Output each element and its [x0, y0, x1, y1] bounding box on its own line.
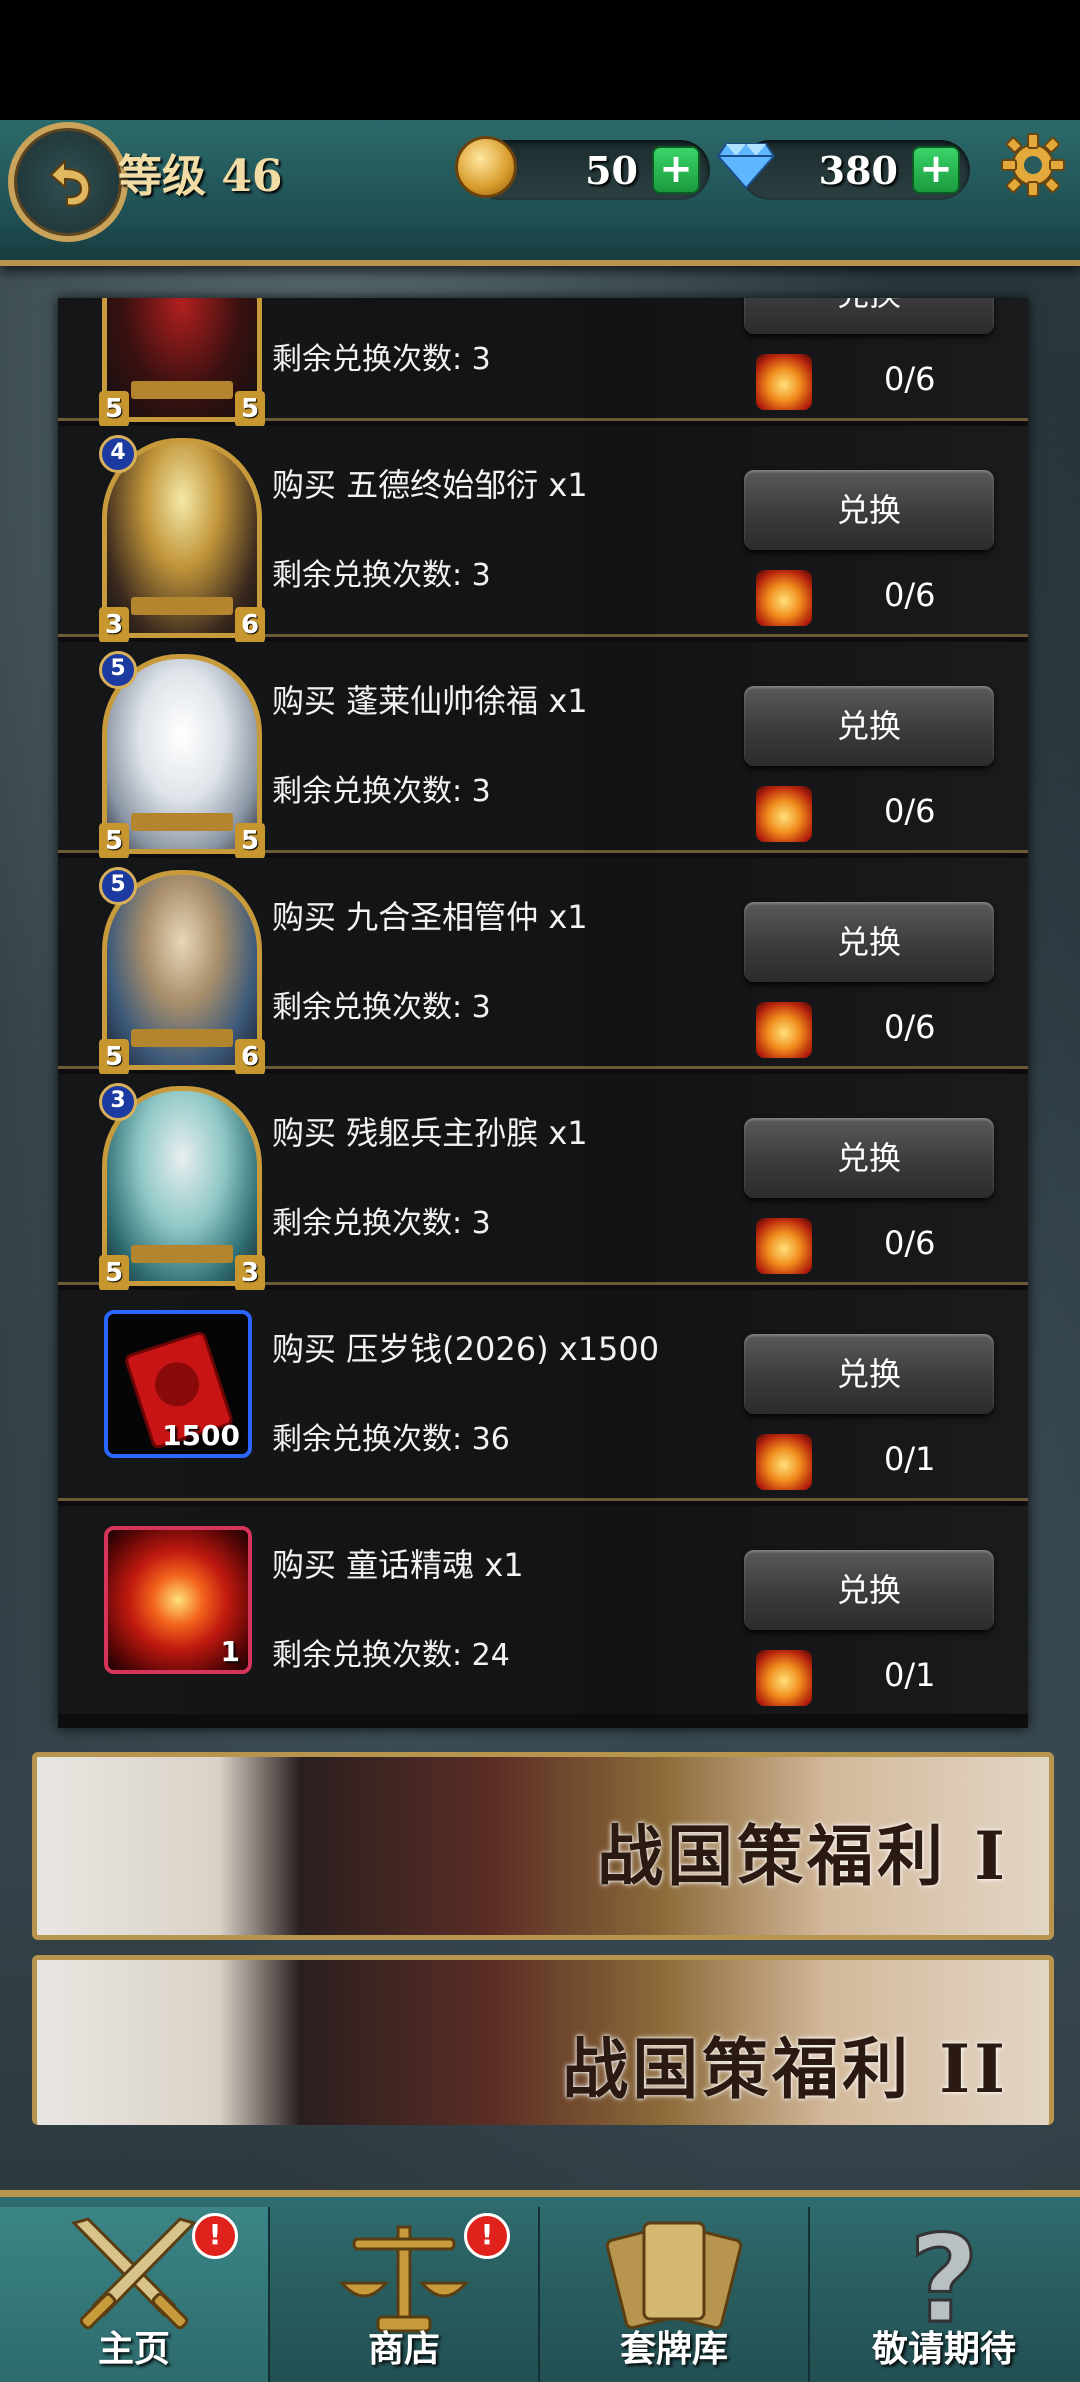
back-button[interactable]: [8, 122, 128, 242]
nav-shop-label: 商店: [367, 2329, 440, 2370]
item-title: 购买 压岁钱(2026) x1500: [272, 1330, 660, 1368]
item-count: 1500: [162, 1419, 240, 1452]
remaining-count: 剩余兑换次数: 36: [272, 1422, 510, 1457]
remaining-count: 剩余兑换次数: 24: [272, 1638, 510, 1673]
flame-token-icon: [756, 786, 812, 842]
flame-token-icon: [756, 1434, 812, 1490]
nav-decks[interactable]: 套牌库: [540, 2207, 810, 2382]
card-name-band: [131, 813, 233, 831]
cost-progress: 0/1: [884, 1440, 936, 1478]
card-name-band: [131, 1245, 233, 1263]
card-level: 3: [99, 1083, 137, 1121]
cost-progress: 0/6: [884, 792, 936, 830]
exchange-button[interactable]: 兑换: [744, 1118, 994, 1198]
nav-home-label: 主页: [97, 2329, 170, 2370]
exchange-list[interactable]: 5 5 兑换 剩余兑换次数: 3 0/6 4 3 6 购买 五德终始邹衍 x1 …: [58, 298, 1028, 1728]
item-title: 购买 五德终始邹衍 x1: [272, 466, 588, 504]
card-health: 5: [235, 823, 265, 859]
nav-decks-label: 套牌库: [619, 2329, 728, 2370]
card-attack: 5: [99, 823, 129, 859]
nav-coming-label: 敬请期待: [871, 2329, 1016, 2370]
exchange-button[interactable]: 兑换: [744, 1550, 994, 1630]
remaining-count: 剩余兑换次数: 3: [272, 558, 491, 593]
flame-token-icon: [756, 1002, 812, 1058]
nav-coming-soon[interactable]: ? 敬请期待: [810, 2207, 1078, 2382]
banner-title: 战国策福利 I: [597, 1817, 1009, 1895]
item-thumbnail[interactable]: 1500: [104, 1310, 252, 1458]
welfare-banner-1[interactable]: 战国策福利 I: [32, 1752, 1054, 1940]
notification-badge: !: [192, 2213, 238, 2259]
exchange-button[interactable]: 兑换: [744, 298, 994, 334]
card-attack: 5: [99, 391, 129, 427]
item-title: 购买 童话精魂 x1: [272, 1546, 524, 1584]
nav-shop[interactable]: ! 商店: [270, 2207, 540, 2382]
item-title: 购买 残躯兵主孙膑 x1: [272, 1114, 588, 1152]
cost-progress: 0/6: [884, 1008, 936, 1046]
card-level: 5: [99, 651, 137, 689]
top-bar: 等级 46 50 + 380 +: [0, 120, 1080, 266]
card-attack: 5: [99, 1039, 129, 1075]
flame-token-icon: [756, 570, 812, 626]
cost-progress: 0/1: [884, 1656, 936, 1694]
gem-value: 380: [818, 148, 898, 193]
add-coins-button[interactable]: +: [652, 146, 700, 194]
card-name-band: [131, 1029, 233, 1047]
welfare-banner-2[interactable]: 战国策福利 II: [32, 1955, 1054, 2125]
card-health: 5: [235, 391, 265, 427]
exchange-button[interactable]: 兑换: [744, 902, 994, 982]
list-item: 1 购买 童话精魂 x1 兑换 剩余兑换次数: 24 0/1: [58, 1506, 1028, 1714]
exchange-button[interactable]: 兑换: [744, 470, 994, 550]
card-health: 6: [235, 1039, 265, 1075]
card-level: 5: [99, 867, 137, 905]
cost-progress: 0/6: [884, 576, 936, 614]
exchange-button[interactable]: 兑换: [744, 686, 994, 766]
card-thumbnail[interactable]: 5 5: [99, 298, 265, 427]
settings-gear-icon[interactable]: [1000, 132, 1066, 198]
remaining-count: 剩余兑换次数: 3: [272, 342, 491, 377]
diamond-icon: [716, 143, 776, 190]
coin-icon: [455, 136, 517, 198]
list-item: 1500 购买 压岁钱(2026) x1500 兑换 剩余兑换次数: 36 0/…: [58, 1290, 1028, 1501]
nav-home[interactable]: ! 主页: [0, 2207, 270, 2382]
item-thumbnail[interactable]: 1: [104, 1526, 252, 1674]
list-item: 3 5 3 购买 残躯兵主孙膑 x1 兑换 剩余兑换次数: 3 0/6: [58, 1074, 1028, 1291]
exchange-button[interactable]: 兑换: [744, 1334, 994, 1414]
card-attack: 5: [99, 1255, 129, 1291]
card-name-band: [131, 381, 233, 399]
item-title: 购买 九合圣相管仲 x1: [272, 898, 588, 936]
bottom-nav: ! 主页 ! 商店 套牌库 ? 敬请期待: [0, 2190, 1080, 2382]
card-name-band: [131, 597, 233, 615]
card-health: 6: [235, 607, 265, 643]
flame-token-icon: [756, 354, 812, 410]
flame-token-icon: [756, 1650, 812, 1706]
card-attack: 3: [99, 607, 129, 643]
add-gems-button[interactable]: +: [912, 146, 960, 194]
card-health: 3: [235, 1255, 265, 1291]
card-thumbnail[interactable]: 5 5 6: [99, 867, 265, 1075]
item-count: 1: [220, 1635, 240, 1668]
item-title: 购买 蓬莱仙帅徐福 x1: [272, 682, 588, 720]
banner-title: 战国策福利 II: [562, 2030, 1009, 2108]
notification-badge: !: [464, 2213, 510, 2259]
list-item: 5 5 6 购买 九合圣相管仲 x1 兑换 剩余兑换次数: 3 0/6: [58, 858, 1028, 1075]
remaining-count: 剩余兑换次数: 3: [272, 1206, 491, 1241]
player-level: 等级 46: [118, 151, 283, 202]
back-arrow-icon: [49, 158, 91, 207]
cost-progress: 0/6: [884, 1224, 936, 1262]
remaining-count: 剩余兑换次数: 3: [272, 990, 491, 1025]
flame-token-icon: [756, 1218, 812, 1274]
list-item: 5 5 兑换 剩余兑换次数: 3 0/6: [58, 298, 1028, 427]
coin-value: 50: [585, 148, 638, 193]
list-item: 4 3 6 购买 五德终始邹衍 x1 兑换 剩余兑换次数: 3 0/6: [58, 426, 1028, 643]
card-thumbnail[interactable]: 4 3 6: [99, 435, 265, 643]
cost-progress: 0/6: [884, 360, 936, 398]
card-thumbnail[interactable]: 3 5 3: [99, 1083, 265, 1291]
remaining-count: 剩余兑换次数: 3: [272, 774, 491, 809]
list-item: 5 5 5 购买 蓬莱仙帅徐福 x1 兑换 剩余兑换次数: 3 0/6: [58, 642, 1028, 859]
card-level: 4: [99, 435, 137, 473]
card-thumbnail[interactable]: 5 5 5: [99, 651, 265, 859]
